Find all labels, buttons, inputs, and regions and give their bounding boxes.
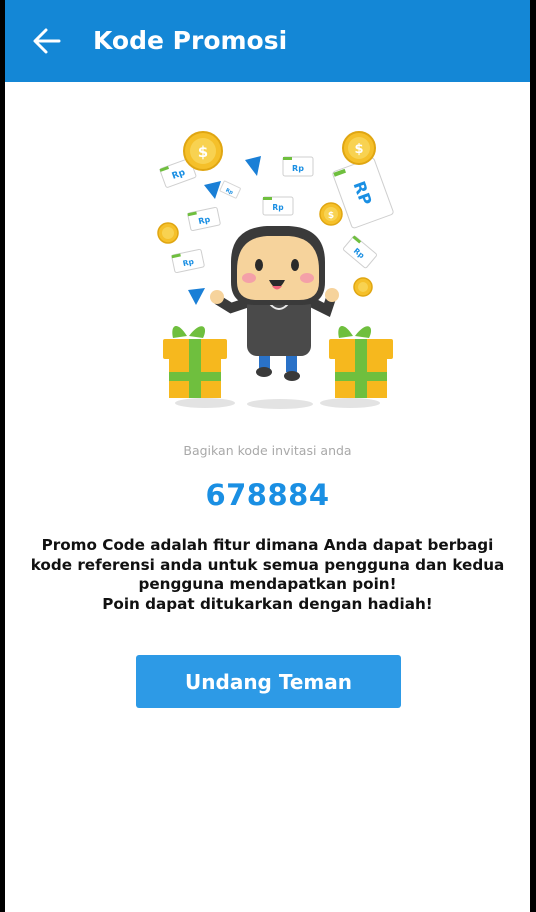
coin-icon: $ (183, 131, 223, 171)
invite-caption: Bagikan kode invitasi anda (183, 443, 352, 458)
coin-icon: $ (319, 202, 343, 226)
promo-screen: Kode Promosi Rp Rp Rp Rp Rp Rp Rp RP $ $… (5, 0, 530, 912)
diamond-icon (204, 181, 221, 199)
gift-box-icon (329, 325, 393, 398)
money-bill-icon: Rp (219, 180, 241, 199)
money-bill-icon: Rp (187, 206, 221, 232)
shadow-shape (320, 398, 380, 408)
coin-icon: $ (342, 131, 376, 165)
diamond-icon (245, 156, 261, 176)
money-bill-icon: Rp (171, 248, 205, 274)
diamond-icon (188, 288, 205, 305)
description-line: Poin dapat ditukarkan dengan hadiah! (102, 594, 433, 613)
invite-friends-button[interactable]: Undang Teman (136, 655, 401, 708)
arrow-left-icon[interactable] (31, 25, 63, 57)
svg-text:Rp: Rp (272, 203, 284, 212)
svg-text:$: $ (198, 143, 208, 161)
promo-description: Promo Code adalah fitur dimana Anda dapa… (25, 536, 510, 614)
money-bill-icon: Rp (282, 156, 314, 177)
money-bill-icon: Rp (262, 196, 294, 216)
money-bill-icon: Rp (343, 235, 377, 269)
shadow-shape (175, 398, 235, 408)
description-line: pengguna mendapatkan poin! (138, 575, 397, 593)
page-title: Kode Promosi (93, 26, 288, 55)
gift-box-icon (163, 325, 227, 398)
app-bar: Kode Promosi (5, 0, 530, 82)
mascot-character (210, 226, 339, 381)
shadow-shape (247, 399, 313, 409)
svg-text:$: $ (328, 211, 334, 221)
description-line: kode referensi anda untuk semua pengguna… (30, 555, 505, 574)
description-line: Promo Code adalah fitur dimana Anda dapa… (41, 536, 494, 554)
referral-code: 678884 (205, 478, 330, 512)
svg-text:$: $ (354, 142, 363, 157)
referral-illustration: Rp Rp Rp Rp Rp Rp Rp RP $ $ $ (157, 131, 394, 409)
svg-text:Rp: Rp (292, 164, 304, 173)
coin-icon (157, 222, 179, 244)
coin-icon (353, 277, 373, 297)
